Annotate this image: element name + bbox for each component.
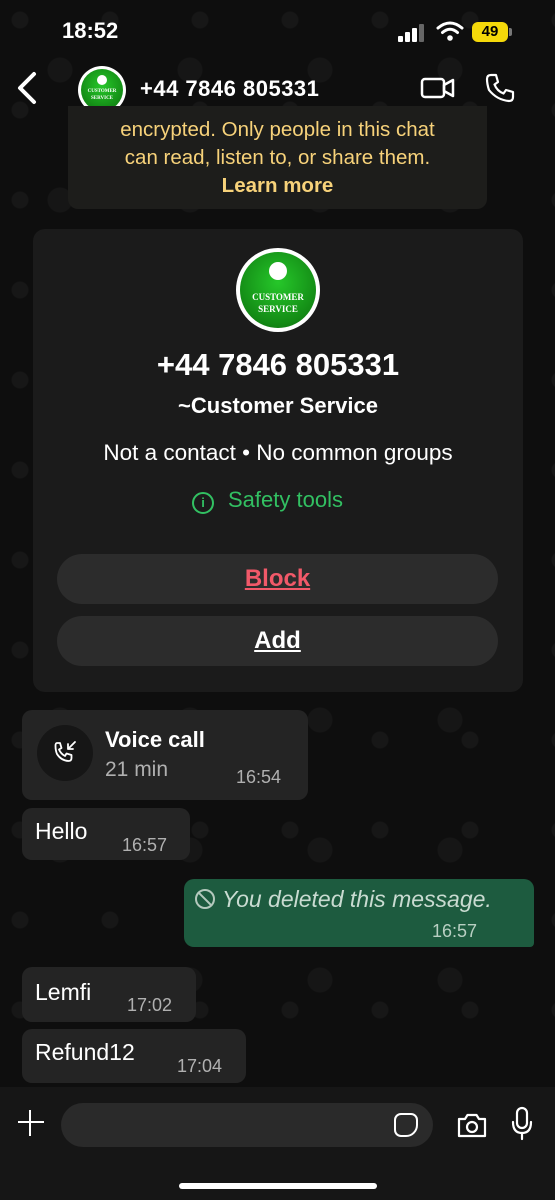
phone-call-icon[interactable] bbox=[484, 72, 516, 104]
call-duration: 21 min bbox=[105, 758, 169, 781]
cellular-signal-icon bbox=[398, 24, 426, 42]
microphone-icon[interactable] bbox=[510, 1106, 534, 1142]
info-icon: i bbox=[192, 492, 214, 514]
sticker-icon[interactable] bbox=[394, 1113, 418, 1137]
encryption-notice-line-2: can read, listen to, or share them. bbox=[124, 146, 431, 169]
camera-icon[interactable] bbox=[456, 1111, 488, 1139]
battery-indicator: 49 bbox=[472, 22, 508, 42]
status-time: 18:52 bbox=[62, 18, 119, 43]
add-contact-button[interactable]: Add bbox=[57, 616, 498, 666]
message-timestamp: 17:04 bbox=[177, 1056, 223, 1076]
contact-avatar-large: CUSTOMER SERVICE bbox=[236, 248, 320, 332]
incoming-call-icon bbox=[37, 725, 93, 781]
message-timestamp: 17:02 bbox=[127, 995, 173, 1015]
back-arrow-icon[interactable] bbox=[14, 70, 42, 106]
avatar-large-text-service: SERVICE bbox=[258, 304, 298, 314]
contact-relation: Not a contact • No common groups bbox=[103, 440, 453, 465]
safety-tools-link[interactable]: Safety tools bbox=[228, 487, 343, 513]
message-timestamp: 16:57 bbox=[432, 921, 478, 941]
block-button[interactable]: Block bbox=[57, 554, 498, 604]
deleted-message-text: You deleted this message. bbox=[222, 886, 492, 912]
message-text: Refund12 bbox=[35, 1039, 135, 1065]
message-input[interactable] bbox=[61, 1103, 433, 1147]
video-call-icon[interactable] bbox=[420, 74, 456, 102]
deleted-icon bbox=[195, 889, 215, 909]
learn-more-link[interactable]: Learn more bbox=[68, 172, 487, 200]
call-title: Voice call bbox=[105, 727, 205, 752]
wifi-icon bbox=[436, 21, 464, 41]
contact-number: +44 7846 805331 bbox=[156, 347, 400, 382]
battery-nub bbox=[509, 28, 512, 36]
encryption-notice: encrypted. Only people in this chat can … bbox=[68, 106, 487, 209]
contact-title[interactable]: +44 7846 805331 bbox=[140, 76, 319, 102]
encryption-notice-line-1: encrypted. Only people in this chat bbox=[120, 118, 435, 141]
call-timestamp: 16:54 bbox=[236, 767, 282, 787]
avatar-large-text-customer: CUSTOMER bbox=[252, 292, 304, 302]
avatar-text-customer: CUSTOMER bbox=[87, 89, 117, 94]
message-timestamp: 16:57 bbox=[122, 835, 168, 855]
avatar-text-service: SERVICE bbox=[90, 96, 114, 101]
home-indicator[interactable] bbox=[179, 1183, 377, 1189]
contact-alias: ~Customer Service bbox=[178, 393, 378, 418]
plus-icon[interactable] bbox=[16, 1108, 46, 1138]
message-text: Hello bbox=[35, 818, 88, 844]
message-text: Lemfi bbox=[35, 979, 92, 1005]
